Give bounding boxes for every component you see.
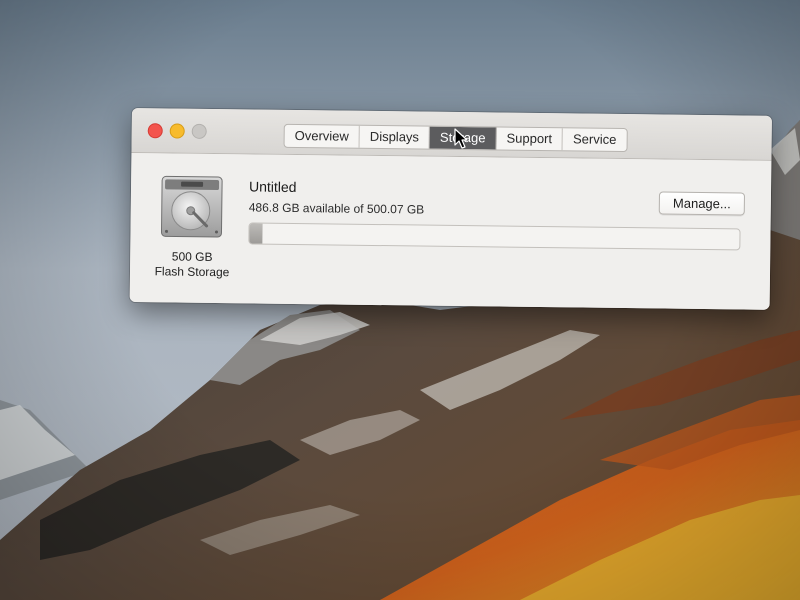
minimize-button[interactable]	[169, 123, 185, 139]
storage-pane: 500 GB Flash Storage Untitled 486.8 GB a…	[129, 152, 772, 310]
volume-available: 486.8 GB available of 500.07 GB	[248, 200, 425, 217]
volume-name: Untitled	[248, 178, 297, 196]
storage-usage-fill	[249, 223, 263, 244]
close-button[interactable]	[147, 123, 163, 139]
manage-button[interactable]: Manage...	[658, 191, 746, 216]
disk-capacity: 500 GB	[171, 249, 213, 264]
desktop: Overview Displays Storage Support Servic…	[0, 0, 800, 600]
disk-caption: 500 GB Flash Storage	[144, 249, 240, 280]
title-bar[interactable]: Overview Displays Storage Support Servic…	[131, 108, 772, 161]
tab-service[interactable]: Service	[563, 128, 627, 151]
tab-displays[interactable]: Displays	[359, 125, 431, 149]
about-this-mac-window[interactable]: Overview Displays Storage Support Servic…	[129, 108, 772, 310]
mouse-pointer-icon	[454, 128, 468, 149]
hard-drive-icon	[160, 175, 223, 238]
disk-type: Flash Storage	[154, 264, 230, 280]
tab-support[interactable]: Support	[496, 127, 564, 151]
storage-usage-bar	[248, 222, 741, 251]
tab-overview[interactable]: Overview	[284, 124, 360, 148]
zoom-button[interactable]	[191, 123, 207, 139]
